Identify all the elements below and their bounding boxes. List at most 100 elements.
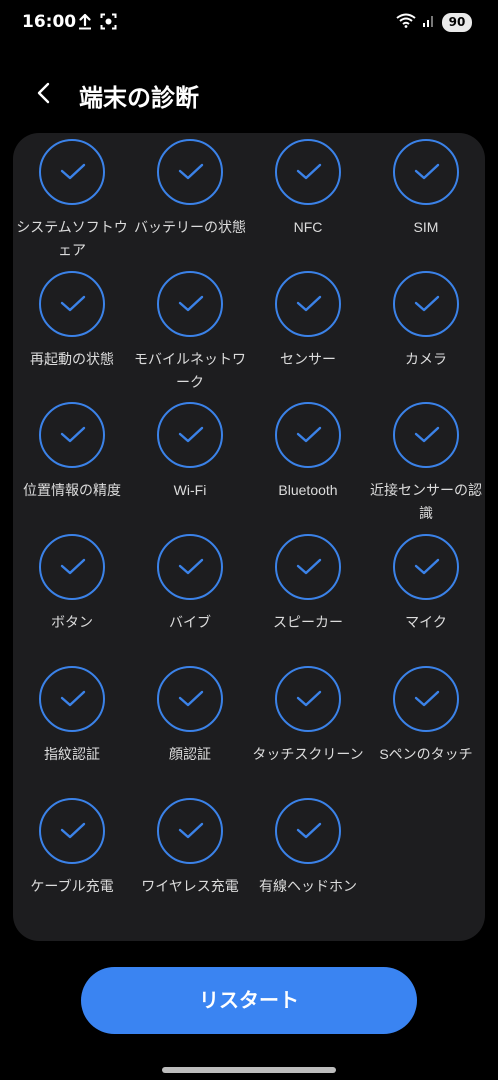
- checkmark-icon: [414, 426, 440, 443]
- check-circle: [393, 666, 459, 732]
- check-circle: [393, 534, 459, 600]
- restart-button[interactable]: リスタート: [81, 967, 417, 1034]
- checkmark-icon: [178, 822, 204, 839]
- checkmark-icon: [178, 163, 204, 180]
- diagnostic-item[interactable]: システムソフトウェア: [13, 133, 131, 265]
- diagnostic-item[interactable]: SIM: [367, 133, 485, 265]
- diagnostic-label: システムソフトウェア: [16, 219, 128, 258]
- checkmark-icon: [178, 690, 204, 707]
- page-title: 端末の診断: [79, 84, 199, 112]
- diagnostic-item[interactable]: カメラ: [367, 265, 485, 397]
- diagnostic-item[interactable]: 有線ヘッドホン: [249, 792, 367, 924]
- diagnostic-item[interactable]: 近接センサーの認識: [367, 396, 485, 528]
- diagnostic-item[interactable]: マイク: [367, 528, 485, 660]
- wifi-icon: [396, 13, 416, 32]
- diagnostic-label: ケーブル充電: [30, 878, 114, 894]
- navigation-handle[interactable]: [162, 1067, 336, 1073]
- diagnostic-item[interactable]: 顔認証: [131, 660, 249, 792]
- check-circle: [157, 534, 223, 600]
- check-circle: [393, 271, 459, 337]
- back-button[interactable]: [28, 76, 62, 110]
- diagnostic-item[interactable]: モバイルネットワーク: [131, 265, 249, 397]
- status-bar: 16:00 90: [0, 0, 498, 46]
- checkmark-icon: [296, 295, 322, 312]
- checkmark-icon: [60, 690, 86, 707]
- diagnostic-label: 再起動の状態: [30, 351, 114, 367]
- diagnostic-label: タッチスクリーン: [252, 746, 364, 762]
- check-circle: [275, 798, 341, 864]
- diagnostics-card: システムソフトウェア バッテリーの状態 NFC SIM 再起動の状態 モバイルネットワーク…: [13, 133, 485, 941]
- status-right-icons: 90: [396, 13, 472, 32]
- screenshot-icon: [100, 13, 117, 34]
- check-circle: [39, 798, 105, 864]
- check-circle: [39, 271, 105, 337]
- signal-icon: [422, 13, 436, 32]
- diagnostic-label: センサー: [280, 351, 336, 367]
- diagnostic-item[interactable]: 位置情報の精度: [13, 396, 131, 528]
- status-time: 16:00: [22, 12, 77, 32]
- diagnostic-label: NFC: [293, 219, 323, 235]
- diagnostic-label: マイク: [405, 614, 447, 630]
- upload-icon: [78, 13, 92, 34]
- check-circle: [393, 139, 459, 205]
- diagnostic-item[interactable]: ワイヤレス充電: [131, 792, 249, 924]
- diagnostic-label: モバイルネットワーク: [134, 351, 246, 390]
- check-circle: [275, 139, 341, 205]
- checkmark-icon: [296, 426, 322, 443]
- diagnostic-item[interactable]: NFC: [249, 133, 367, 265]
- check-circle: [39, 534, 105, 600]
- diagnostic-item[interactable]: バイブ: [131, 528, 249, 660]
- diagnostic-item[interactable]: Sペンのタッチ: [367, 660, 485, 792]
- checkmark-icon: [60, 426, 86, 443]
- diagnostic-item[interactable]: スピーカー: [249, 528, 367, 660]
- checkmark-icon: [60, 558, 86, 575]
- checkmark-icon: [296, 163, 322, 180]
- checkmark-icon: [178, 426, 204, 443]
- diagnostic-label: バッテリーの状態: [134, 219, 246, 235]
- diagnostic-label: 有線ヘッドホン: [259, 878, 357, 894]
- check-circle: [275, 534, 341, 600]
- check-circle: [275, 666, 341, 732]
- check-circle: [157, 798, 223, 864]
- check-circle: [39, 666, 105, 732]
- diagnostic-item[interactable]: 再起動の状態: [13, 265, 131, 397]
- battery-indicator: 90: [442, 13, 472, 32]
- diagnostic-item[interactable]: Bluetooth: [249, 396, 367, 528]
- diagnostic-item[interactable]: ボタン: [13, 528, 131, 660]
- diagnostic-label: Bluetooth: [278, 482, 338, 498]
- check-circle: [157, 402, 223, 468]
- checkmark-icon: [414, 558, 440, 575]
- checkmark-icon: [296, 822, 322, 839]
- check-circle: [393, 402, 459, 468]
- diagnostic-label: 指紋認証: [44, 746, 100, 762]
- check-circle: [157, 666, 223, 732]
- checkmark-icon: [414, 690, 440, 707]
- diagnostic-label: 顔認証: [169, 746, 211, 762]
- diagnostic-label: ボタン: [51, 614, 93, 630]
- check-circle: [275, 402, 341, 468]
- diagnostic-label: Sペンのタッチ: [379, 746, 473, 762]
- diagnostic-label: カメラ: [405, 351, 447, 367]
- checkmark-icon: [60, 822, 86, 839]
- diagnostic-label: ワイヤレス充電: [141, 878, 239, 894]
- diagnostic-label: Wi-Fi: [173, 482, 207, 498]
- checkmark-icon: [178, 558, 204, 575]
- check-circle: [157, 139, 223, 205]
- checkmark-icon: [296, 558, 322, 575]
- diagnostic-label: バイブ: [169, 614, 211, 630]
- diagnostic-label: 近接センサーの認識: [370, 482, 482, 521]
- check-circle: [39, 402, 105, 468]
- diagnostic-item[interactable]: センサー: [249, 265, 367, 397]
- diagnostic-item[interactable]: タッチスクリーン: [249, 660, 367, 792]
- diagnostic-item[interactable]: ケーブル充電: [13, 792, 131, 924]
- diagnostic-item[interactable]: Wi-Fi: [131, 396, 249, 528]
- diagnostic-label: スピーカー: [273, 614, 343, 630]
- checkmark-icon: [414, 163, 440, 180]
- checkmark-icon: [178, 295, 204, 312]
- checkmark-icon: [60, 163, 86, 180]
- diagnostic-item[interactable]: 指紋認証: [13, 660, 131, 792]
- diagnostic-item[interactable]: バッテリーの状態: [131, 133, 249, 265]
- check-circle: [157, 271, 223, 337]
- checkmark-icon: [60, 295, 86, 312]
- checkmark-icon: [414, 295, 440, 312]
